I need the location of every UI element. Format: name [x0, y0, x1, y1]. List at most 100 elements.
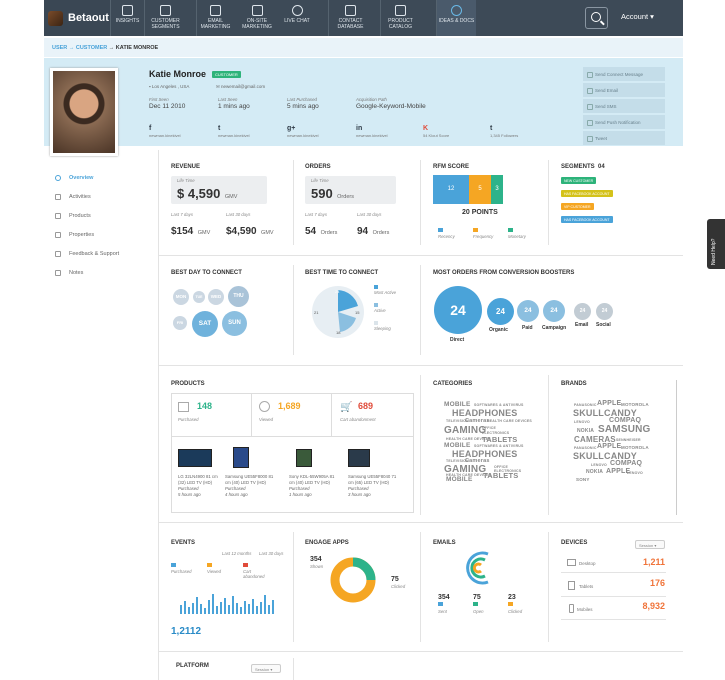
segment-tag[interactable]: VIP CUSTOMER [561, 203, 594, 210]
linkedin-link[interactable]: in newman.kinekivel [356, 125, 388, 138]
product-item[interactable]: LG 32LN4900 81 cm (32) LED TV (HD) Purcha… [178, 474, 226, 498]
booster-social: 24 [596, 303, 613, 320]
mobile-icon [569, 604, 574, 613]
segment-tag[interactable]: NEW CUSTOMER [561, 177, 597, 184]
divider [561, 572, 666, 573]
sidebar-item-feedback[interactable]: Feedback & Support [55, 244, 155, 263]
events-bar [224, 598, 226, 614]
product-item[interactable]: Sony KDL-55W905A 81 cm (40) LED TV (HD) P… [289, 474, 341, 498]
sidebar-item-properties[interactable]: Properties [55, 225, 155, 244]
product-item[interactable]: Samsung UE55F8040 71 cm (65) LED TV (HD)… [348, 474, 402, 498]
tablet-icon [568, 581, 575, 590]
user-icon [55, 231, 61, 238]
acquisition-label: Acquisition Path [356, 97, 387, 102]
tweet-button[interactable]: Tweet [583, 131, 665, 145]
nav-customer-segments[interactable]: CUSTOMER SEGMENTS [144, 0, 186, 36]
row-divider [158, 651, 683, 652]
events-bar [192, 603, 194, 614]
avatar [50, 68, 118, 156]
nav-onsite-marketing[interactable]: ON-SITE MARKETING [238, 0, 276, 36]
device-label: Desktop [579, 561, 596, 566]
nav-ideas-docs[interactable]: IDEAS & DOCS [436, 0, 476, 36]
purchased-label: Purchased [178, 417, 199, 422]
booster-label: Paid [522, 325, 533, 331]
events-bar [240, 607, 242, 614]
device-value: 8,932 [642, 601, 665, 611]
desktop-icon [567, 559, 576, 566]
nav-email-marketing[interactable]: EMAIL MARKETING [196, 0, 234, 36]
send-connect-message-button[interactable]: Send Connect Message [583, 67, 665, 81]
booster-campaign: 24 [543, 300, 565, 322]
product-image[interactable] [233, 447, 249, 468]
platform-select[interactable]: Session ▾ [251, 664, 281, 673]
breadcrumb: USER → CUSTOMER → KATIE MONROE [44, 38, 683, 57]
legend-swatch [438, 602, 443, 606]
revenue-lifetime-value: $ 4,590 [177, 186, 221, 201]
product-image[interactable] [178, 449, 212, 467]
segment-tag[interactable]: HAS FACEBOOK ACCOUNT [561, 216, 613, 223]
account-menu[interactable]: Account ▾ [621, 12, 654, 21]
device-label: Tablets [579, 584, 594, 589]
segment-tag[interactable]: HAS FACEBOOK ACCOUNT [561, 190, 613, 197]
sidebar-item-notes[interactable]: Notes [55, 263, 155, 282]
profile-photo [53, 71, 115, 153]
scrollbar[interactable] [676, 380, 677, 515]
events-title: EVENTS [171, 540, 196, 546]
events-filter-30d[interactable]: Last 30 days [259, 551, 283, 556]
divider [251, 393, 252, 436]
nav-label: INSIGHTS [115, 18, 140, 24]
rfm-legend-frequency: Frequency [473, 228, 493, 239]
product-image[interactable] [296, 449, 312, 467]
col-divider [293, 532, 294, 642]
events-filter-12m[interactable]: Last 12 months [222, 551, 251, 556]
search-icon [591, 12, 601, 22]
sidebar-item-overview[interactable]: Overview [55, 168, 155, 187]
col-divider [548, 375, 549, 515]
twitter-link[interactable]: t newman.kinekivel [218, 125, 250, 138]
brand[interactable]: Betaout [44, 0, 110, 36]
cart-label: Cart abandonment [340, 417, 376, 422]
col-divider [293, 160, 294, 245]
nav-product-catalog[interactable]: PRODUCT CATALOG [380, 0, 420, 36]
googleplus-link[interactable]: g+ newman.kinekivel [287, 125, 319, 138]
col-divider [293, 658, 294, 680]
monitor-icon [251, 5, 263, 16]
email-text: ✉ newemail@gmail.com [216, 84, 266, 89]
device-value: 176 [649, 578, 665, 588]
breadcrumb-user[interactable]: USER [52, 45, 67, 51]
breadcrumb-customer[interactable]: CUSTOMER [76, 45, 107, 51]
rfm-bar: 12 5 3 [433, 175, 503, 204]
first-seen-label: First Seen [149, 97, 169, 102]
divider [331, 393, 332, 436]
nav-insights[interactable]: INSIGHTS [110, 0, 144, 36]
events-bar [188, 607, 190, 614]
product-item[interactable]: Samsung UE55F8000 81 cm (40) LED TV (HD)… [225, 474, 279, 498]
send-push-button[interactable]: Send Push Notification [583, 115, 665, 129]
events-bar [256, 606, 258, 614]
cart-count: 689 [358, 401, 374, 411]
sidebar-item-products[interactable]: Products [55, 206, 155, 225]
chat-icon [55, 250, 61, 257]
revenue-l7-value: $154 [171, 226, 194, 237]
need-help-tab[interactable]: Need Help? [707, 219, 725, 269]
devices-select[interactable]: Session ▾ [635, 540, 665, 549]
platform-title: PLATFORM [176, 663, 209, 669]
products-title: PRODUCTS [171, 381, 205, 387]
nav-contact-database[interactable]: CONTACT DATABASE [328, 0, 372, 36]
location-text: ▪ Los Angeles , USA [149, 84, 190, 89]
day-tue: TUE [193, 291, 205, 303]
sidebar-item-activities[interactable]: Activities [55, 187, 155, 206]
product-image[interactable] [348, 449, 370, 467]
engage-donut [330, 557, 376, 603]
bar-chart-icon [160, 5, 171, 16]
send-email-button[interactable]: Send Email [583, 83, 665, 97]
send-sms-button[interactable]: Send SMS [583, 99, 665, 113]
facebook-link[interactable]: f newman.kinekivel [149, 125, 181, 138]
arrow-icon: → [108, 45, 115, 51]
orders-unit: Orders [320, 230, 338, 236]
search-button[interactable] [585, 7, 608, 29]
col-divider [420, 160, 421, 245]
events-total: 1,2112 [171, 626, 202, 637]
best-time-clock: 24 15 18 21 [312, 286, 364, 338]
nav-live-chat[interactable]: LIVE CHAT [280, 0, 314, 36]
